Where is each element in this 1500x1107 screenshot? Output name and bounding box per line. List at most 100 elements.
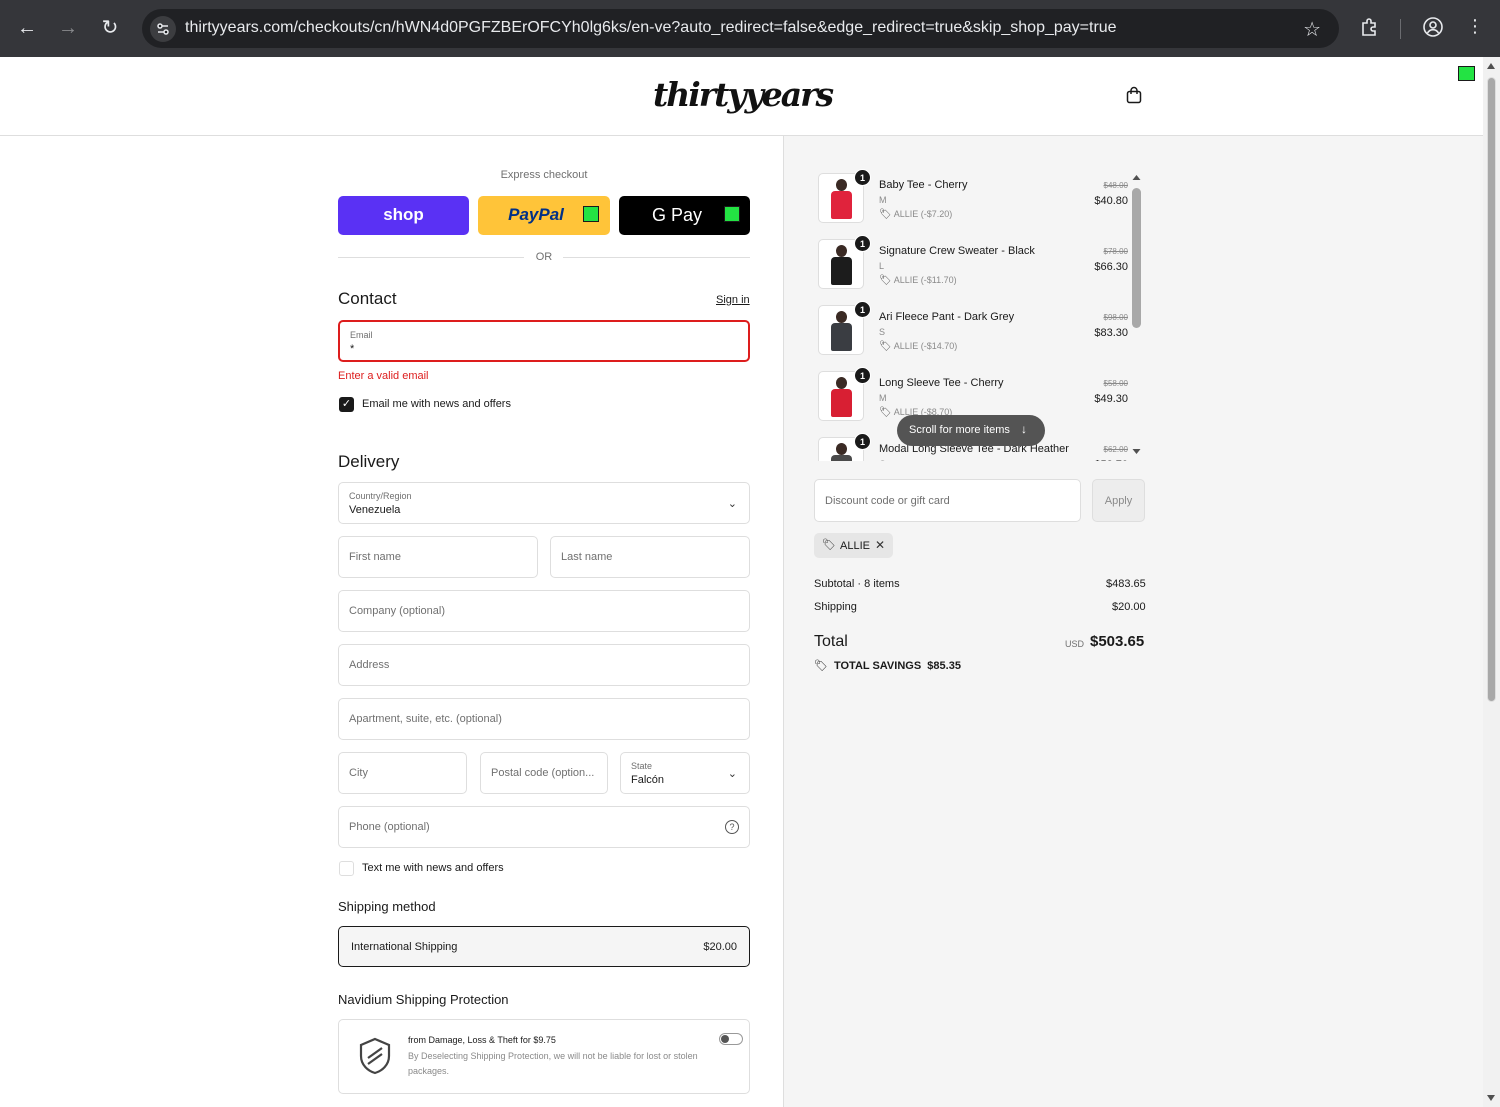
product-name: Long Sleeve Tee - Cherry bbox=[879, 377, 1004, 389]
tag-icon: 🏷︎ bbox=[879, 407, 892, 418]
tag-icon: 🏷︎ bbox=[879, 275, 892, 286]
bookmark-star-icon[interactable]: ☆ bbox=[1303, 17, 1321, 42]
original-price: $78.00 bbox=[1103, 247, 1128, 256]
store-logo[interactable]: thirtyyears bbox=[653, 75, 834, 114]
shipping-option[interactable]: International Shipping $20.00 bbox=[338, 926, 750, 967]
menu-dots-icon[interactable]: ⋮ bbox=[1463, 16, 1487, 37]
scroll-up-arrow-icon[interactable] bbox=[1487, 63, 1495, 69]
state-select[interactable]: State Falcón ⌄ bbox=[620, 752, 750, 794]
subtotal-value: $483.65 bbox=[1106, 578, 1146, 590]
first-name-input[interactable]: First name bbox=[338, 536, 538, 578]
email-field[interactable]: Email * bbox=[338, 320, 750, 362]
shipping-label: Shipping bbox=[814, 601, 857, 613]
scroll-more-button[interactable]: Scroll for more items ↓ bbox=[897, 415, 1045, 446]
city-input[interactable]: City bbox=[338, 752, 467, 794]
applied-code: ALLIE bbox=[840, 540, 870, 552]
page-scrollbar-thumb[interactable] bbox=[1487, 77, 1496, 702]
apply-discount-button[interactable]: Apply bbox=[1092, 479, 1145, 522]
page-scrollbar[interactable] bbox=[1483, 57, 1500, 1107]
or-separator: OR bbox=[535, 251, 553, 263]
state-value: Falcón bbox=[631, 774, 665, 786]
state-label: State bbox=[631, 761, 653, 771]
shipping-value: $20.00 bbox=[1112, 601, 1146, 613]
remove-discount-icon[interactable]: ✕ bbox=[875, 538, 885, 552]
back-arrow-icon[interactable]: ← bbox=[15, 16, 39, 40]
paypal-button[interactable]: PayPal bbox=[478, 196, 610, 235]
product-figure-head bbox=[836, 377, 847, 389]
shipping-option-price: $20.00 bbox=[703, 941, 737, 953]
shipping-option-name: International Shipping bbox=[351, 941, 458, 953]
protection-heading: Navidium Shipping Protection bbox=[338, 992, 509, 1007]
address-input[interactable]: Address bbox=[338, 644, 750, 686]
product-name: Signature Crew Sweater - Black bbox=[879, 245, 1035, 257]
reload-icon[interactable]: ↻ bbox=[98, 16, 122, 40]
profile-icon[interactable] bbox=[1421, 16, 1445, 43]
discount-placeholder: Discount code or gift card bbox=[825, 495, 950, 507]
sale-price: $49.30 bbox=[1094, 393, 1128, 405]
quantity-badge: 1 bbox=[854, 367, 871, 384]
gpay-indicator bbox=[724, 206, 740, 222]
product-figure-body bbox=[831, 455, 852, 461]
product-variant: M bbox=[879, 393, 887, 403]
sale-price: $40.80 bbox=[1094, 195, 1128, 207]
product-figure-head bbox=[836, 179, 847, 191]
product-discount: 🏷︎ ALLIE (-$7.20) bbox=[879, 209, 952, 220]
total-savings: 🏷︎ TOTAL SAVINGS $85.35 bbox=[814, 659, 961, 672]
product-discount: 🏷︎ ALLIE (-$11.70) bbox=[879, 275, 957, 286]
forward-arrow-icon[interactable]: → bbox=[56, 16, 80, 40]
tag-icon: 🏷︎ bbox=[822, 539, 836, 551]
newsletter-checkbox[interactable]: ✓ bbox=[339, 397, 354, 412]
quantity-badge: 1 bbox=[854, 169, 871, 186]
help-circle-icon[interactable]: ? bbox=[725, 820, 739, 834]
url-text: thirtyyears.com/checkouts/cn/hWN4d0PGFZB… bbox=[185, 19, 1117, 36]
currency-code: USD bbox=[1065, 639, 1085, 649]
email-error: Enter a valid email bbox=[338, 370, 429, 382]
address-placeholder: Address bbox=[349, 659, 390, 671]
shopping-bag-icon[interactable] bbox=[1125, 86, 1143, 104]
phone-input[interactable]: Phone (optional) ? bbox=[338, 806, 750, 848]
product-figure-head bbox=[836, 311, 847, 323]
store-header: thirtyyears bbox=[0, 57, 1483, 136]
cart-item: 1 Baby Tee - Cherry M 🏷︎ ALLIE (-$7.20) $48.… bbox=[814, 168, 1134, 228]
tag-icon: 🏷︎ bbox=[814, 660, 828, 672]
sms-checkbox[interactable] bbox=[339, 861, 354, 876]
tag-icon: 🏷︎ bbox=[879, 341, 892, 352]
product-figure-body bbox=[831, 191, 852, 219]
divider-left bbox=[338, 257, 524, 258]
cart-list-scrollbar-thumb[interactable] bbox=[1132, 188, 1141, 328]
shield-icon bbox=[357, 1036, 393, 1076]
site-settings-icon[interactable] bbox=[150, 16, 176, 42]
cart-list-scrollbar[interactable] bbox=[1131, 172, 1142, 458]
apartment-input[interactable]: Apartment, suite, etc. (optional) bbox=[338, 698, 750, 740]
product-discount: 🏷︎ ALLIE (-$14.70) bbox=[879, 341, 957, 352]
cart-item: 1 Ari Fleece Pant - Dark Grey S 🏷︎ ALLIE (-… bbox=[814, 300, 1134, 360]
country-value: Venezuela bbox=[349, 504, 401, 516]
last-name-input[interactable]: Last name bbox=[550, 536, 750, 578]
product-variant: M bbox=[879, 195, 887, 205]
product-name: Ari Fleece Pant - Dark Grey bbox=[879, 311, 1015, 323]
protection-toggle[interactable] bbox=[719, 1033, 743, 1045]
paypal-indicator bbox=[583, 206, 599, 222]
total-value: $503.65 bbox=[1090, 633, 1145, 650]
chevron-down-icon: ⌄ bbox=[727, 498, 737, 510]
product-discount-text: ALLIE (-$7.20) bbox=[893, 209, 953, 219]
country-select[interactable]: Country/Region Venezuela ⌄ bbox=[338, 482, 750, 524]
sale-price: $83.30 bbox=[1094, 327, 1128, 339]
apartment-placeholder: Apartment, suite, etc. (optional) bbox=[349, 713, 502, 725]
first-name-placeholder: First name bbox=[349, 551, 401, 563]
quantity-badge: 1 bbox=[854, 235, 871, 252]
discount-code-input[interactable]: Discount code or gift card bbox=[814, 479, 1081, 522]
extensions-icon[interactable] bbox=[1358, 16, 1382, 43]
product-figure-head bbox=[836, 245, 847, 257]
sign-in-link[interactable]: Sign in bbox=[716, 294, 750, 306]
postal-code-input[interactable]: Postal code (option... bbox=[480, 752, 608, 794]
address-bar[interactable]: thirtyyears.com/checkouts/cn/hWN4d0PGFZB… bbox=[142, 9, 1339, 48]
shop-pay-button[interactable]: shop bbox=[338, 196, 469, 235]
toolbar-divider bbox=[1400, 19, 1401, 39]
country-label: Country/Region bbox=[349, 491, 412, 501]
google-pay-button[interactable]: G Pay bbox=[619, 196, 750, 235]
product-variant: L bbox=[879, 261, 885, 271]
company-input[interactable]: Company (optional) bbox=[338, 590, 750, 632]
apply-label: Apply bbox=[1104, 495, 1133, 507]
scroll-down-arrow-icon[interactable] bbox=[1487, 1095, 1495, 1101]
